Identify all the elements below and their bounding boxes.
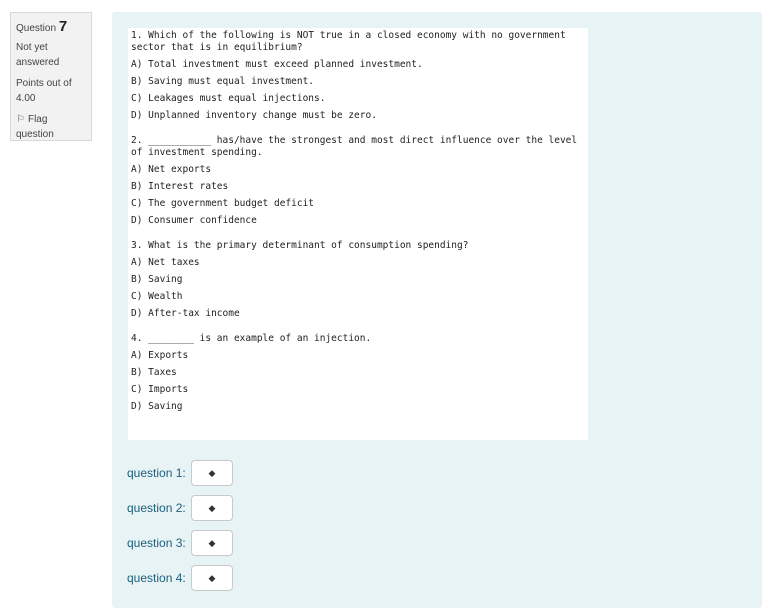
option: A) Net taxes: [131, 257, 200, 268]
answer-label: question 1:: [127, 466, 186, 480]
question-stem: 1. Which of the following is NOT true in…: [131, 30, 572, 53]
question-grade: Points out of 4.00: [16, 78, 72, 104]
option: A) Total investment must exceed planned …: [131, 59, 423, 70]
option: C) Imports: [131, 384, 189, 395]
question-block-3: 3. What is the primary determinant of co…: [131, 240, 585, 320]
option: B) Saving: [131, 274, 183, 285]
answer-select-4[interactable]: ◆: [191, 565, 233, 591]
option: B) Taxes: [131, 367, 177, 378]
option: D) Saving: [131, 401, 183, 412]
answer-label: question 4:: [127, 571, 186, 585]
flag-question-link[interactable]: ⚐ Flag question: [16, 112, 86, 142]
answer-row-2: question 2: ◆: [127, 494, 233, 522]
question-block-2: 2. ___________ has/have the strongest an…: [131, 135, 585, 227]
option: D) Consumer confidence: [131, 215, 257, 226]
option: A) Exports: [131, 350, 189, 361]
question-block-1: 1. Which of the following is NOT true in…: [131, 30, 585, 122]
question-stem: 4. ________ is an example of an injectio…: [131, 333, 372, 344]
answer-fields: question 1: ◆ question 2: ◆ question 3: …: [127, 459, 233, 599]
option: D) After-tax income: [131, 308, 240, 319]
answer-select-3[interactable]: ◆: [191, 530, 233, 556]
updown-arrow-icon: ◆: [208, 537, 216, 548]
option: B) Interest rates: [131, 181, 229, 192]
question-state: Not yet answered: [16, 42, 60, 68]
answer-row-1: question 1: ◆: [127, 459, 233, 487]
updown-arrow-icon: ◆: [208, 502, 216, 513]
answer-label: question 2:: [127, 501, 186, 515]
option: D) Unplanned inventory change must be ze…: [131, 110, 377, 121]
question-number-value: 7: [58, 18, 68, 35]
question-label: Question: [16, 23, 57, 34]
question-block-4: 4. ________ is an example of an injectio…: [131, 333, 585, 413]
option: C) Leakages must equal injections.: [131, 93, 326, 104]
question-number: Question 7: [16, 19, 86, 36]
answer-select-1[interactable]: ◆: [191, 460, 233, 486]
updown-arrow-icon: ◆: [208, 467, 216, 478]
question-stem: 3. What is the primary determinant of co…: [131, 240, 469, 251]
answer-row-3: question 3: ◆: [127, 529, 233, 557]
question-info-panel: Question 7 Not yet answered Points out o…: [10, 12, 92, 141]
option: C) Wealth: [131, 291, 183, 302]
answer-select-2[interactable]: ◆: [191, 495, 233, 521]
option: A) Net exports: [131, 164, 212, 175]
option: B) Saving must equal investment.: [131, 76, 315, 87]
updown-arrow-icon: ◆: [208, 572, 216, 583]
option: C) The government budget deficit: [131, 198, 315, 209]
question-text: 1. Which of the following is NOT true in…: [128, 28, 588, 440]
answer-label: question 3:: [127, 536, 186, 550]
flag-icon: ⚐: [16, 114, 25, 125]
answer-row-4: question 4: ◆: [127, 564, 233, 592]
question-stem: 2. ___________ has/have the strongest an…: [131, 135, 583, 158]
question-content: 1. Which of the following is NOT true in…: [112, 12, 762, 608]
